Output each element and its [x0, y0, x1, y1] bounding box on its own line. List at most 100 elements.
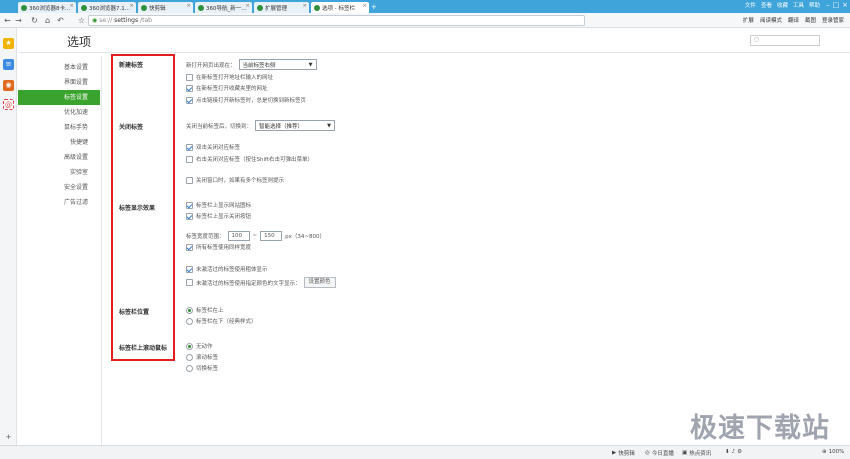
browser-tab[interactable]: 快剪辑 × [138, 2, 193, 13]
checkbox[interactable] [186, 279, 193, 286]
zoom-level[interactable]: ⊕ 100% [822, 449, 844, 455]
tab-width-max-input[interactable]: 150 [260, 231, 283, 241]
option-row: 标签栏上显示网站图标 [186, 201, 251, 209]
nav-optimize[interactable]: 优化加速 [18, 105, 100, 120]
add-icon[interactable]: + [3, 432, 14, 443]
extensions-button[interactable]: 扩展 [743, 16, 754, 24]
close-icon[interactable]: × [362, 3, 367, 9]
radio[interactable] [186, 306, 193, 314]
page-title: 选项 [67, 35, 92, 49]
back-icon[interactable]: ← [3, 16, 12, 25]
tab-width-row: 标签宽度范围： 100 ~ 150 px（34~800） [186, 231, 325, 241]
open-position-select[interactable]: 当前标签右侧 ▼ [238, 59, 317, 70]
tab-label: 360导航_新一... [206, 5, 247, 12]
home-icon[interactable]: ⌂ [43, 16, 52, 25]
set-color-button[interactable]: 设置颜色 [303, 277, 336, 288]
menu-view[interactable]: 查看 [761, 1, 772, 9]
status-item[interactable]: ◎ 今日直播 [645, 449, 674, 457]
radio[interactable] [186, 342, 193, 350]
minimize-icon[interactable]: – [826, 1, 830, 9]
screenshot-button[interactable]: 截图 [805, 16, 816, 24]
nav-mouse-gesture[interactable]: 鼠标手势 [18, 120, 100, 135]
option-row: 点击链接打开新标签时，总是切换到新标签页 [186, 96, 306, 104]
option-label: 关闭窗口时，如果有多个标签则提示 [196, 178, 285, 184]
download-icon[interactable]: ⬇ [725, 449, 730, 455]
checkbox[interactable] [186, 243, 193, 251]
chevron-down-icon: ▼ [308, 61, 313, 68]
browser-tab[interactable]: 扩展管理 × [254, 2, 309, 13]
switch-after-close-select[interactable]: 智能选择（推荐） ▼ [255, 120, 336, 131]
close-icon[interactable]: × [129, 3, 134, 9]
address-host: settings [114, 17, 139, 24]
nav-interface[interactable]: 界面设置 [18, 75, 100, 90]
star-icon[interactable]: ★ [3, 38, 14, 49]
nav-shortcuts[interactable]: 快捷键 [18, 135, 100, 150]
app-icon[interactable]: @ [3, 99, 14, 110]
checkbox[interactable] [186, 201, 193, 209]
option-label: 在新标签打开地址栏输入的网址 [196, 75, 274, 81]
zoom-icon: ⊕ [822, 449, 827, 455]
checkbox[interactable] [186, 73, 193, 81]
nav-lab[interactable]: 实验室 [18, 165, 100, 180]
nav-adblock[interactable]: 广告过滤 [18, 195, 100, 210]
translate-button[interactable]: 翻译 [788, 16, 799, 24]
login-manager-button[interactable]: 登录管家 [822, 16, 844, 24]
nav-basic[interactable]: 基本设置 [18, 60, 100, 75]
video-icon: ▶ [612, 450, 617, 456]
checkbox[interactable] [186, 143, 193, 151]
checkbox[interactable] [186, 155, 193, 163]
checkbox[interactable] [186, 96, 193, 104]
nav-advanced[interactable]: 高级设置 [18, 150, 100, 165]
undo-close-icon[interactable]: ↶ [56, 16, 65, 25]
menu-favorites[interactable]: 收藏 [777, 1, 788, 9]
select-value: 智能选择（推荐） [259, 123, 304, 130]
menu-file[interactable]: 文件 [745, 1, 756, 9]
nav-tabs[interactable]: 标签设置 [18, 90, 100, 105]
nav-security[interactable]: 安全设置 [18, 180, 100, 195]
close-icon[interactable]: × [186, 3, 191, 9]
close-icon[interactable]: × [69, 3, 74, 9]
address-scheme: se:// [99, 17, 113, 24]
option-row: 在新标签打开收藏夹里的网址 [186, 84, 268, 92]
checkbox[interactable] [186, 212, 193, 220]
option-label: 标签栏在下（经典样式） [196, 319, 257, 325]
checkbox[interactable] [186, 176, 193, 184]
list-icon[interactable]: ≡ [3, 59, 14, 70]
browser-tab-active[interactable]: 选项 - 标签栏 × [311, 2, 369, 13]
close-window-icon[interactable]: × [842, 1, 848, 9]
reader-mode-button[interactable]: 阅读模式 [760, 16, 782, 24]
status-item[interactable]: ▣ 热点资讯 [682, 449, 711, 457]
switch-after-close-label: 关闭当前标签后，切换到： [186, 123, 253, 130]
browser-tab[interactable]: 360浏览器7.1... × [78, 2, 136, 13]
radio[interactable] [186, 317, 193, 325]
browser-tab[interactable]: 360浏览器8卡... × [18, 2, 76, 13]
window-menu: 文件 查看 收藏 工具 帮助 [745, 1, 820, 9]
tab-strip: 360浏览器8卡... × 360浏览器7.1... × 快剪辑 × 360导航_新一… [0, 0, 850, 13]
option-row: 滚动标签 [186, 353, 218, 361]
radio[interactable] [186, 353, 193, 361]
refresh-icon[interactable]: ↻ [30, 16, 39, 25]
tab-label: 360浏览器8卡... [29, 5, 71, 12]
maximize-icon[interactable]: □ [833, 1, 840, 9]
forward-icon[interactable]: → [14, 16, 23, 25]
radio[interactable] [186, 364, 193, 372]
settings-icon[interactable]: ⚙ [737, 449, 742, 455]
menu-tools[interactable]: 工具 [793, 1, 804, 9]
speaker-icon[interactable]: ♪ [732, 449, 736, 455]
option-row: 标签栏在下（经典样式） [186, 317, 257, 325]
checkbox[interactable] [186, 84, 193, 92]
favorite-star-icon[interactable]: ☆ [77, 16, 86, 25]
menu-help[interactable]: 帮助 [809, 1, 820, 9]
status-item[interactable]: ▶ 快剪辑 [612, 449, 635, 457]
weibo-icon[interactable]: ◉ [3, 80, 14, 91]
close-icon[interactable]: × [302, 3, 307, 9]
new-tab-button[interactable]: + [371, 3, 381, 12]
address-bar[interactable]: ◉ se://settings/tab [88, 15, 585, 26]
browser-tab[interactable]: 360导航_新一... × [195, 2, 252, 13]
checkbox[interactable] [186, 265, 193, 273]
range-separator: ~ [252, 233, 258, 239]
tab-width-min-input[interactable]: 100 [227, 231, 250, 241]
settings-search-input[interactable]: ○ [750, 35, 820, 46]
open-position-label: 新打开网页出现在： [186, 62, 236, 69]
close-icon[interactable]: × [245, 3, 250, 9]
